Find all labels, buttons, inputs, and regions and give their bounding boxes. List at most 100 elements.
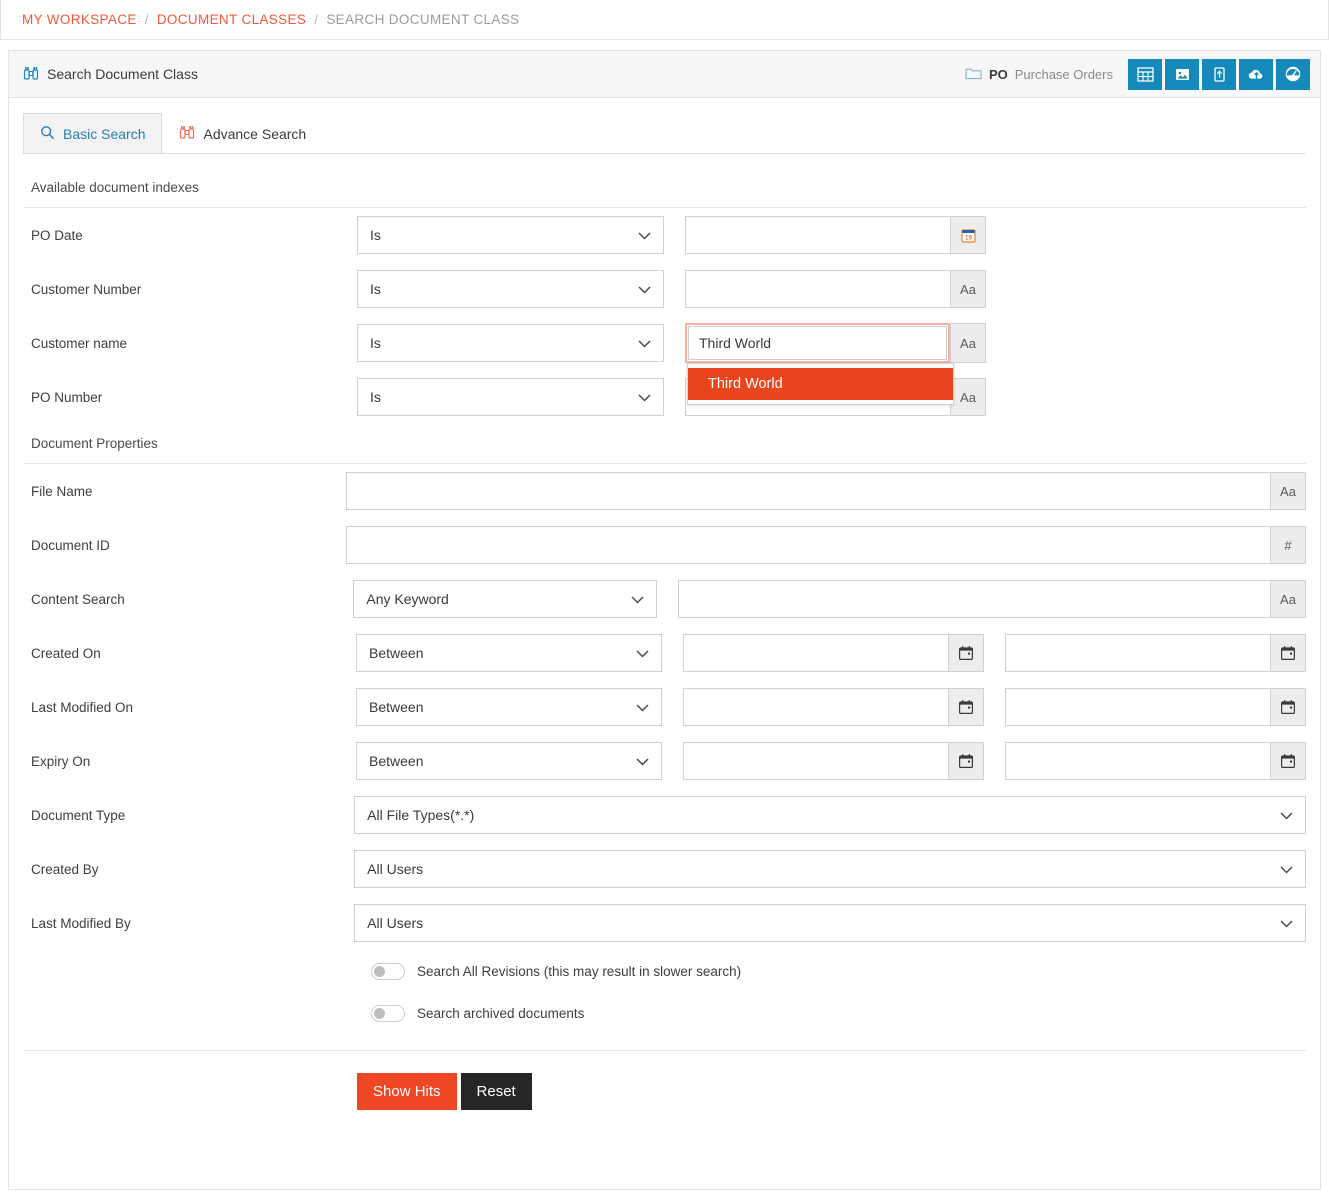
date-from-group-expiry-on bbox=[683, 742, 985, 780]
text-type-icon[interactable]: Aa bbox=[950, 323, 986, 363]
value-input-group-po-date: 19 bbox=[685, 216, 986, 254]
value-input-po-date[interactable] bbox=[685, 216, 950, 254]
last-modified-by-select[interactable]: All Users bbox=[354, 904, 1306, 942]
section-label-properties: Document Properties bbox=[31, 436, 158, 451]
chevron-down-icon bbox=[1280, 861, 1293, 877]
date-from-input-last-modified-on[interactable] bbox=[683, 688, 949, 726]
operator-select-expiry-on[interactable]: Between bbox=[356, 742, 663, 780]
breadcrumb-my-workspace[interactable]: MY WORKSPACE bbox=[22, 12, 137, 27]
panel-header: Search Document Class PO Purchase Orders bbox=[9, 51, 1320, 98]
operator-select-last-modified-on[interactable]: Between bbox=[356, 688, 663, 726]
search-panel: Search Document Class PO Purchase Orders bbox=[8, 50, 1321, 1190]
label-last-modified-on: Last Modified On bbox=[31, 699, 134, 715]
calendar-icon[interactable] bbox=[948, 688, 985, 726]
chevron-down-icon bbox=[1280, 915, 1293, 931]
label-created-by: Created By bbox=[31, 861, 99, 877]
operator-value: Is bbox=[370, 227, 381, 243]
chevron-down-icon bbox=[636, 699, 649, 715]
number-type-icon[interactable]: # bbox=[1270, 526, 1306, 564]
operator-select-customer-number[interactable]: Is bbox=[357, 270, 664, 308]
date-to-group-last-modified-on bbox=[1005, 688, 1307, 726]
value-input-customer-number[interactable] bbox=[685, 270, 950, 308]
field-row-created-by: Created By All Users bbox=[23, 842, 1306, 896]
date-to-group-expiry-on bbox=[1005, 742, 1307, 780]
form-actions: Show Hits Reset bbox=[9, 1051, 1320, 1110]
operator-value: Between bbox=[369, 645, 424, 661]
folder-code: PO bbox=[988, 66, 1008, 82]
toggle-search-archived-documents[interactable] bbox=[371, 1004, 405, 1022]
field-row-content-search: Content Search Any Keyword Aa bbox=[23, 572, 1306, 626]
export-document-icon[interactable] bbox=[1202, 58, 1236, 90]
operator-select-customer-name[interactable]: Is bbox=[357, 324, 664, 362]
tab-advance-search[interactable]: Advance Search bbox=[162, 113, 323, 153]
operator-select-po-number[interactable]: Is bbox=[357, 378, 664, 416]
date-to-input-expiry-on[interactable] bbox=[1005, 742, 1271, 780]
section-label-indexes: Available document indexes bbox=[31, 180, 199, 195]
image-view-icon[interactable] bbox=[1165, 58, 1199, 90]
operator-select-content-search[interactable]: Any Keyword bbox=[353, 580, 658, 618]
toggle-label-search-archived: Search archived documents bbox=[417, 1005, 585, 1021]
chevron-down-icon bbox=[638, 281, 651, 297]
field-row-file-name: File Name Aa bbox=[23, 464, 1306, 518]
toggle-search-all-revisions[interactable] bbox=[371, 962, 405, 980]
operator-value: Is bbox=[370, 335, 381, 351]
folder-icon bbox=[965, 66, 982, 83]
chevron-down-icon bbox=[638, 227, 651, 243]
operator-value: Between bbox=[369, 753, 424, 769]
show-hits-button[interactable]: Show Hits bbox=[357, 1073, 457, 1110]
operator-value: Is bbox=[370, 389, 381, 405]
field-row-last-modified-on: Last Modified On Between bbox=[23, 680, 1307, 734]
cloud-upload-icon[interactable] bbox=[1239, 58, 1273, 90]
value-input-customer-name[interactable] bbox=[688, 326, 947, 360]
tab-basic-search[interactable]: Basic Search bbox=[23, 113, 163, 153]
calendar-icon[interactable] bbox=[1270, 634, 1307, 672]
calendar-color-icon[interactable]: 19 bbox=[950, 216, 986, 254]
date-to-input-last-modified-on[interactable] bbox=[1005, 688, 1271, 726]
document-properties-form: File Name Aa Document ID # Content Searc… bbox=[9, 464, 1320, 1034]
date-to-input-created-on[interactable] bbox=[1005, 634, 1271, 672]
breadcrumb-document-classes[interactable]: DOCUMENT CLASSES bbox=[157, 12, 306, 27]
calendar-icon[interactable] bbox=[948, 634, 985, 672]
label-po-date: PO Date bbox=[31, 227, 83, 243]
toggle-row-search-all-revisions: Search All Revisions (this may result in… bbox=[23, 950, 1306, 992]
breadcrumb-current: SEARCH DOCUMENT CLASS bbox=[326, 12, 520, 27]
field-row-document-type: Document Type All File Types(*.*) bbox=[23, 788, 1306, 842]
chevron-down-icon bbox=[638, 335, 651, 351]
field-row-expiry-on: Expiry On Between bbox=[23, 734, 1307, 788]
folder-name: Purchase Orders bbox=[1014, 66, 1113, 82]
page-title: Search Document Class bbox=[23, 65, 198, 84]
text-type-icon[interactable]: Aa bbox=[950, 270, 986, 308]
text-type-icon[interactable]: Aa bbox=[1270, 472, 1306, 510]
dashboard-gauge-icon[interactable] bbox=[1276, 58, 1310, 90]
operator-select-created-on[interactable]: Between bbox=[356, 634, 663, 672]
date-from-input-expiry-on[interactable] bbox=[683, 742, 949, 780]
field-row-customer-number: Customer Number Is Aa bbox=[23, 262, 1306, 316]
date-from-input-created-on[interactable] bbox=[683, 634, 949, 672]
label-document-id: Document ID bbox=[31, 537, 110, 553]
label-last-modified-by: Last Modified By bbox=[31, 915, 131, 931]
breadcrumb-separator: / bbox=[314, 12, 319, 27]
value-input-file-name[interactable] bbox=[346, 472, 1270, 510]
date-to-group-created-on bbox=[1005, 634, 1307, 672]
autocomplete-option[interactable]: Third World bbox=[688, 368, 953, 400]
value-input-content-search[interactable] bbox=[678, 580, 1270, 618]
text-type-icon[interactable]: Aa bbox=[1270, 580, 1306, 618]
operator-value: Any Keyword bbox=[366, 591, 449, 607]
reset-button[interactable]: Reset bbox=[460, 1073, 532, 1110]
chevron-down-icon bbox=[1280, 807, 1293, 823]
calendar-icon[interactable] bbox=[1270, 742, 1307, 780]
grid-view-icon[interactable] bbox=[1128, 58, 1162, 90]
text-type-icon[interactable]: Aa bbox=[950, 378, 986, 416]
operator-select-po-date[interactable]: Is bbox=[357, 216, 664, 254]
toggle-label-search-all-revisions: Search All Revisions (this may result in… bbox=[417, 963, 742, 979]
breadcrumb-separator: / bbox=[144, 12, 149, 27]
chevron-down-icon bbox=[638, 389, 651, 405]
created-by-select[interactable]: All Users bbox=[354, 850, 1306, 888]
value-input-document-id[interactable] bbox=[346, 526, 1270, 564]
calendar-icon[interactable] bbox=[1270, 688, 1307, 726]
document-type-select[interactable]: All File Types(*.*) bbox=[354, 796, 1306, 834]
chevron-down-icon bbox=[636, 753, 649, 769]
field-row-last-modified-by: Last Modified By All Users bbox=[23, 896, 1306, 950]
value-input-group-document-id: # bbox=[346, 526, 1306, 564]
calendar-icon[interactable] bbox=[948, 742, 985, 780]
